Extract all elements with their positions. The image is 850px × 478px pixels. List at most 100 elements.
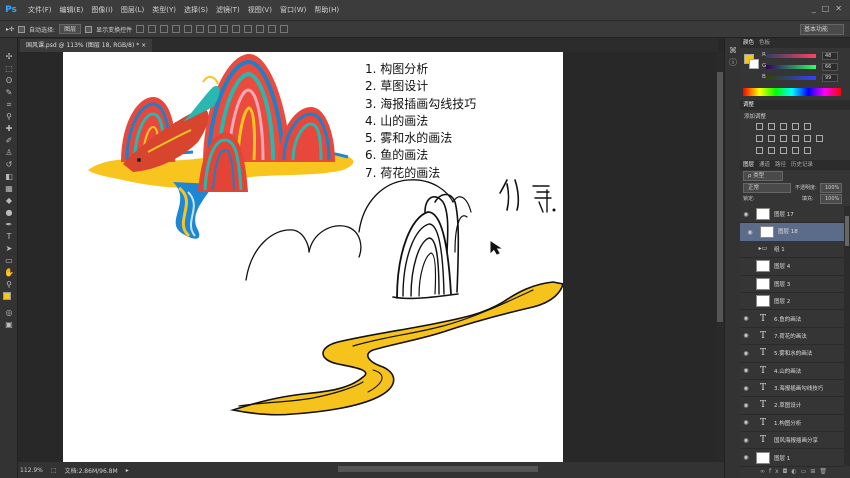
move-tool-icon[interactable]: ✣ bbox=[4, 52, 14, 62]
green-slider[interactable] bbox=[766, 65, 816, 69]
color-lookup-icon[interactable] bbox=[816, 134, 823, 142]
hue-saturation-icon[interactable] bbox=[756, 134, 763, 142]
visibility-eye-icon[interactable]: ◉ bbox=[740, 454, 752, 461]
menu-item[interactable]: 文件(F) bbox=[24, 5, 56, 15]
eraser-tool-icon[interactable]: ◧ bbox=[4, 172, 14, 182]
blend-mode-dropdown[interactable]: 正常 bbox=[743, 183, 791, 193]
move-tool-icon[interactable]: ▸✣ bbox=[6, 26, 14, 33]
menu-item[interactable]: 编辑(E) bbox=[56, 5, 88, 15]
tab-channels[interactable]: 通道 bbox=[759, 160, 770, 170]
color-spectrum[interactable] bbox=[743, 88, 841, 96]
distribute-left-icon[interactable] bbox=[244, 25, 253, 33]
menu-item[interactable]: 滤镜(T) bbox=[212, 5, 244, 15]
blue-value[interactable]: 99 bbox=[822, 74, 838, 82]
visibility-eye-icon[interactable]: ◉ bbox=[740, 315, 752, 322]
tab-history[interactable]: 历史记录 bbox=[791, 160, 813, 170]
black-white-icon[interactable] bbox=[780, 134, 787, 142]
visibility-eye-icon[interactable]: ◉ bbox=[740, 367, 752, 374]
tab-color[interactable]: 颜色 bbox=[743, 38, 754, 48]
layer-row[interactable]: ◉ T 2.草图设计 bbox=[740, 397, 844, 415]
hand-tool-icon[interactable]: ✋ bbox=[4, 268, 14, 278]
visibility-eye-icon[interactable]: ◉ bbox=[740, 350, 752, 357]
close-icon[interactable]: ✕ bbox=[835, 4, 842, 13]
align-top-icon[interactable] bbox=[136, 25, 145, 33]
screen-mode-icon[interactable]: ▣ bbox=[4, 320, 14, 330]
menu-item[interactable]: 帮助(H) bbox=[310, 5, 343, 15]
pen-tool-icon[interactable]: ✒ bbox=[4, 220, 14, 230]
quick-mask-icon[interactable]: ◎ bbox=[4, 308, 14, 318]
tab-swatches[interactable]: 色板 bbox=[759, 38, 770, 48]
distribute-middle-icon[interactable] bbox=[220, 25, 229, 33]
blue-slider[interactable] bbox=[766, 76, 816, 80]
green-value[interactable]: 66 bbox=[822, 63, 838, 71]
layer-row[interactable]: ◉ 图层 18 bbox=[740, 223, 844, 241]
path-select-tool-icon[interactable]: ➤ bbox=[4, 244, 14, 254]
marquee-tool-icon[interactable]: ⬚ bbox=[4, 64, 14, 74]
lasso-tool-icon[interactable]: ʘ bbox=[4, 76, 14, 86]
history-panel-icon[interactable]: ⌘ bbox=[728, 46, 738, 56]
gradient-tool-icon[interactable]: ▦ bbox=[4, 184, 14, 194]
visibility-eye-icon[interactable]: ◉ bbox=[740, 419, 752, 426]
red-slider[interactable] bbox=[766, 54, 816, 58]
visibility-eye-icon[interactable]: ◉ bbox=[740, 332, 752, 339]
gradient-map-icon[interactable] bbox=[804, 146, 811, 154]
document-tab[interactable]: 国风课.psd @ 113% (图层 18, RGB/8) * × bbox=[20, 39, 153, 52]
opacity-value[interactable]: 100% bbox=[820, 183, 842, 193]
visibility-eye-icon[interactable]: ◉ bbox=[740, 211, 752, 218]
document-canvas[interactable]: 1. 构图分析 2. 草图设计 3. 海报插画勾线技巧 4. 山的画法 5. 雾和水的画… bbox=[63, 52, 563, 462]
background-color-swatch[interactable] bbox=[749, 59, 759, 69]
eyedropper-tool-icon[interactable]: ⚲ bbox=[4, 112, 14, 122]
tab-layers[interactable]: 图层 bbox=[743, 160, 754, 170]
visibility-eye-icon[interactable]: ◉ bbox=[740, 385, 752, 392]
menu-item[interactable]: 图层(L) bbox=[117, 5, 148, 15]
align-center-icon[interactable] bbox=[184, 25, 193, 33]
adjustment-layer-icon[interactable]: ◐ bbox=[791, 468, 800, 475]
maximize-icon[interactable]: □ bbox=[822, 4, 830, 13]
zoom-level[interactable]: 112.9% bbox=[20, 467, 43, 474]
type-tool-icon[interactable]: T bbox=[4, 232, 14, 242]
photo-filter-icon[interactable] bbox=[792, 134, 799, 142]
auto-select-dropdown[interactable]: 图层 bbox=[59, 24, 82, 34]
exposure-icon[interactable] bbox=[792, 122, 799, 130]
share-icon[interactable]: ⬚ bbox=[51, 467, 57, 474]
levels-icon[interactable] bbox=[768, 122, 775, 130]
link-layers-icon[interactable]: ∞ bbox=[760, 468, 769, 475]
align-bottom-icon[interactable] bbox=[160, 25, 169, 33]
layer-row[interactable]: ◉ T 3.海报插画勾线技巧 bbox=[740, 380, 844, 398]
shape-tool-icon[interactable]: ▭ bbox=[4, 256, 14, 266]
layer-row[interactable]: ◉ T 7.荷花的画法 bbox=[740, 328, 844, 346]
color-balance-icon[interactable] bbox=[768, 134, 775, 142]
threshold-icon[interactable] bbox=[780, 146, 787, 154]
foreground-color-swatch[interactable] bbox=[3, 292, 11, 300]
delete-layer-icon[interactable]: 🗑 bbox=[819, 468, 831, 475]
menu-item[interactable]: 窗口(W) bbox=[276, 5, 310, 15]
fx-icon[interactable]: fx bbox=[769, 468, 783, 475]
menu-item[interactable]: 类型(Y) bbox=[148, 5, 180, 15]
distribute-top-icon[interactable] bbox=[208, 25, 217, 33]
menu-item[interactable]: 视图(V) bbox=[244, 5, 276, 15]
zoom-tool-icon[interactable]: ⚲ bbox=[4, 280, 14, 290]
canvas-area[interactable]: 1. 构图分析 2. 草图设计 3. 海报插画勾线技巧 4. 山的画法 5. 雾和水的画… bbox=[18, 52, 716, 462]
distribute-center-icon[interactable] bbox=[256, 25, 265, 33]
distribute-bottom-icon[interactable] bbox=[232, 25, 241, 33]
auto-align-icon[interactable] bbox=[280, 25, 289, 33]
healing-brush-tool-icon[interactable]: ✚ bbox=[4, 124, 14, 134]
vertical-scrollbar[interactable] bbox=[716, 52, 724, 462]
invert-icon[interactable] bbox=[756, 146, 763, 154]
layer-row[interactable]: ◉ T 4.山的画法 bbox=[740, 363, 844, 380]
layer-row[interactable]: ◉ T 国风海报插画分享 bbox=[740, 432, 844, 450]
distribute-right-icon[interactable] bbox=[268, 25, 277, 33]
workspace-dropdown[interactable]: 基本功能 bbox=[800, 24, 844, 35]
layer-row[interactable]: ▸▭ 组 1 bbox=[740, 241, 844, 259]
layer-row[interactable]: ◉ 图层 17 bbox=[740, 206, 844, 224]
visibility-eye-icon[interactable]: ◉ bbox=[740, 402, 752, 409]
brush-tool-icon[interactable]: ✐ bbox=[4, 136, 14, 146]
layer-row[interactable]: 图层 2 bbox=[740, 293, 844, 311]
menu-item[interactable]: 图像(I) bbox=[87, 5, 117, 15]
history-brush-tool-icon[interactable]: ↺ bbox=[4, 160, 14, 170]
selective-color-icon[interactable] bbox=[792, 146, 799, 154]
layer-row[interactable]: ◉ T 1.构图分析 bbox=[740, 415, 844, 433]
fill-value[interactable]: 100% bbox=[820, 194, 842, 204]
quick-select-tool-icon[interactable]: ✎ bbox=[4, 88, 14, 98]
new-group-icon[interactable]: ▭ bbox=[801, 468, 811, 475]
